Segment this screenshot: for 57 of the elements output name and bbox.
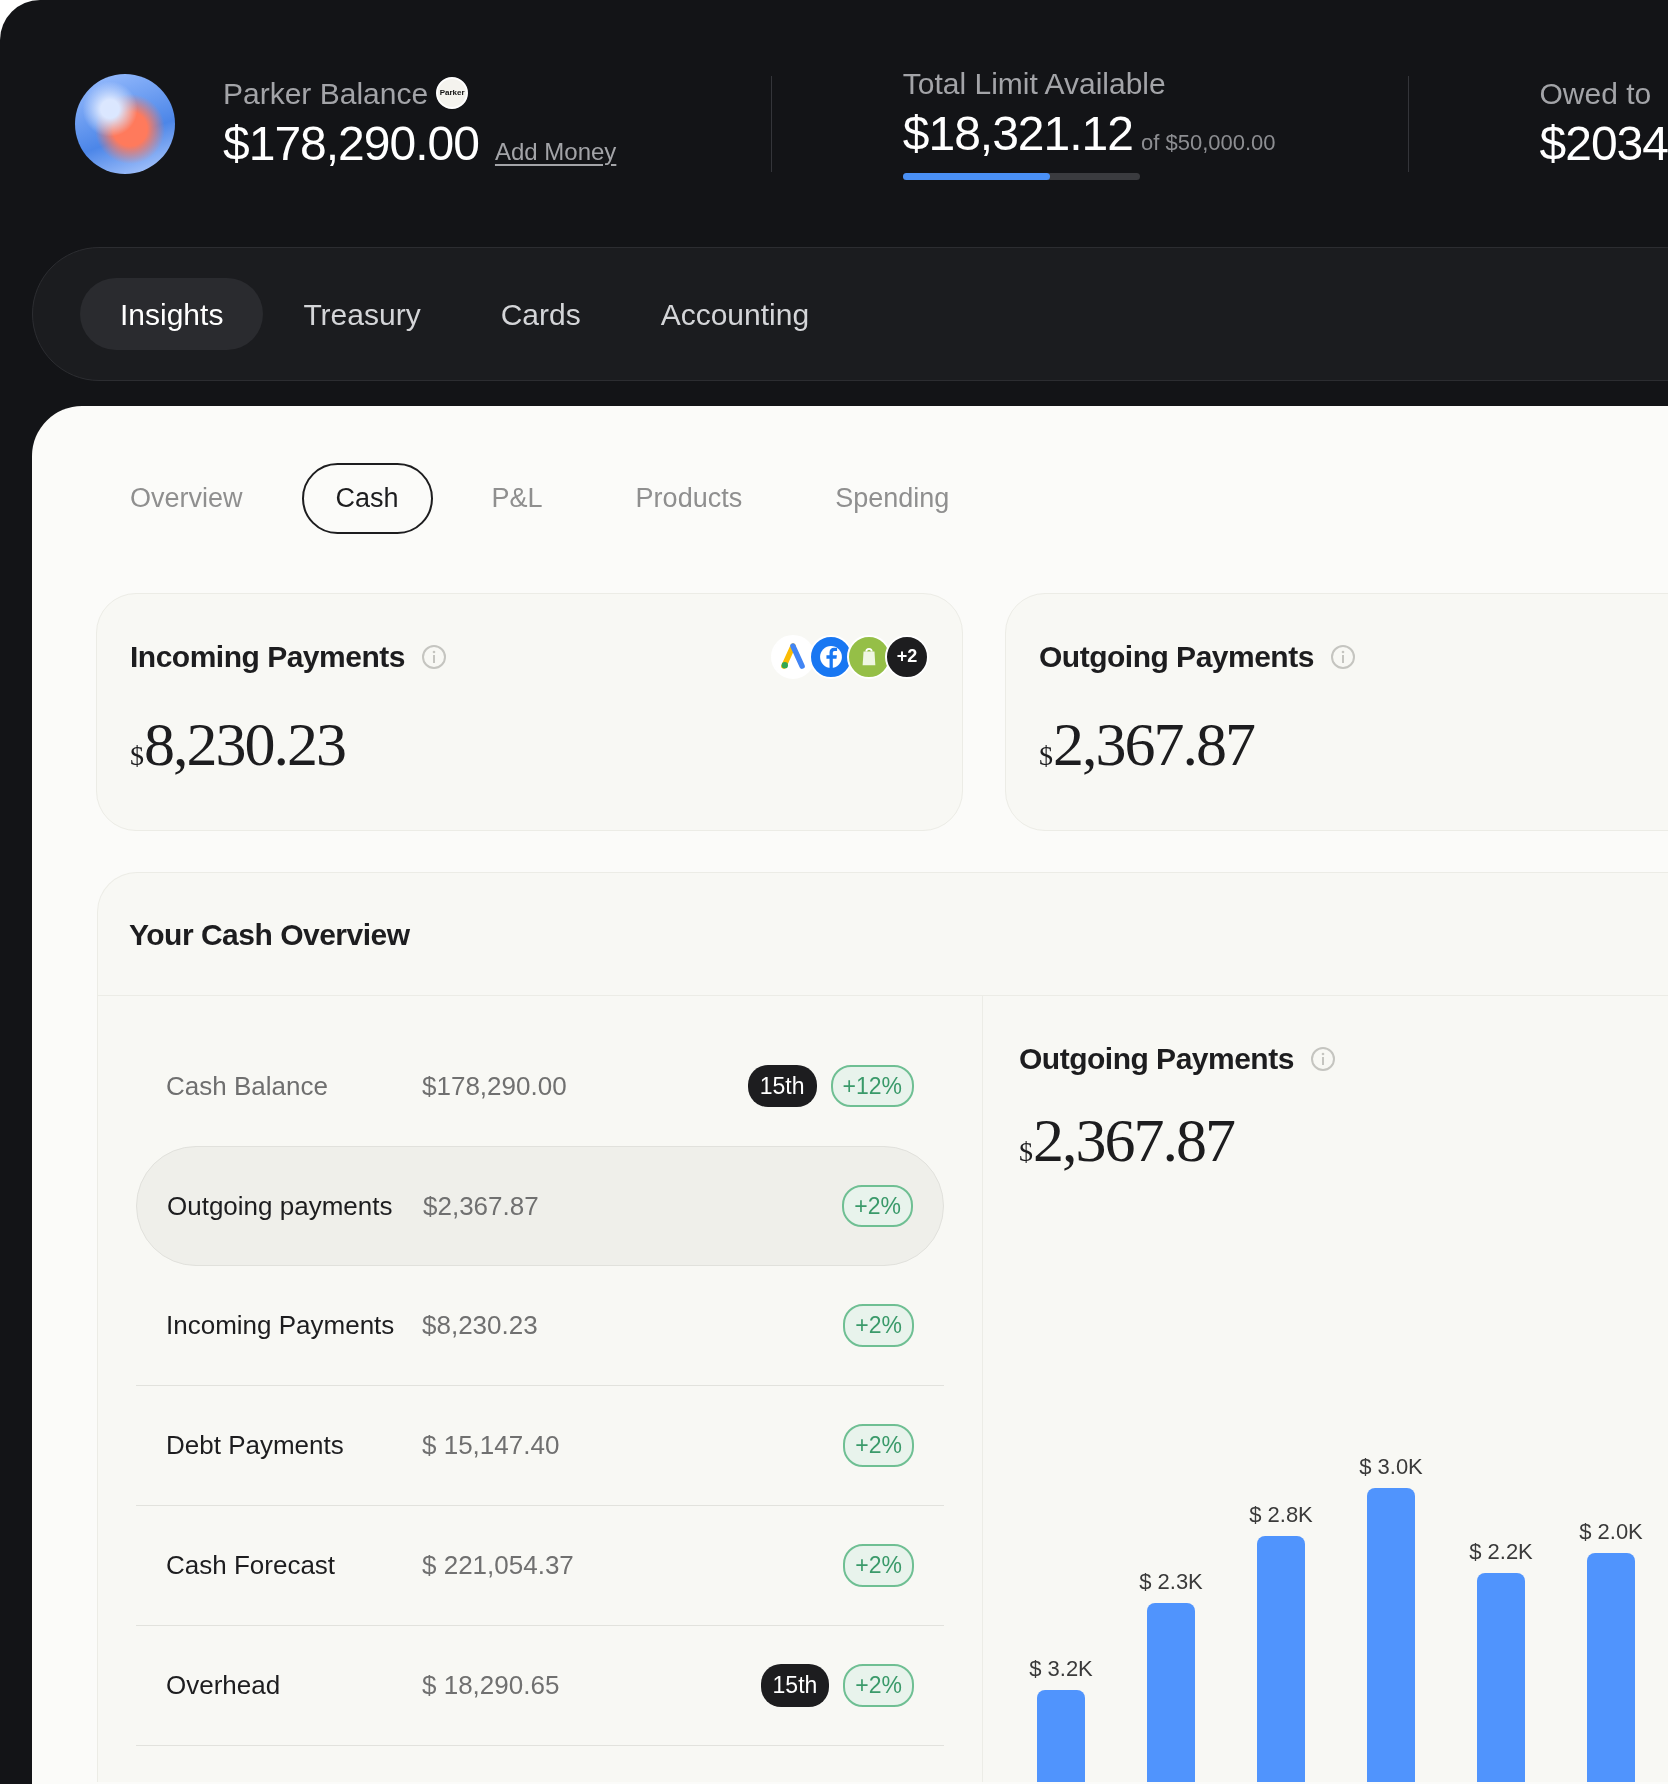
change-badge: +2%	[843, 1424, 914, 1467]
date-badge: 15th	[747, 1064, 817, 1108]
row-value: $ 221,054.37	[422, 1549, 574, 1582]
change-badge: +2%	[843, 1304, 914, 1347]
bar-value-label: $ 2.0K	[1579, 1519, 1643, 1544]
change-badge: +2%	[843, 1664, 914, 1707]
info-icon[interactable]	[420, 643, 447, 670]
bar-value-label: $ 3.2K	[1029, 1656, 1093, 1681]
row-label: Debt Payments	[166, 1429, 345, 1462]
change-badge: +12%	[830, 1064, 914, 1108]
cash-row[interactable]: Cash Balance $178,290.00 15th +12%	[136, 1026, 944, 1146]
limit-amount: $18,321.12	[902, 108, 1133, 161]
change-badge: +2%	[843, 1544, 914, 1587]
bar-value-label: $ 3.0K	[1359, 1454, 1423, 1479]
info-icon[interactable]	[1309, 1045, 1336, 1072]
cash-row[interactable]: Overhead $ 18,290.65 15th +2%	[136, 1626, 944, 1746]
cash-row[interactable]: Cash Forecast $ 221,054.37 +2%	[136, 1506, 944, 1626]
bar-value-label: $ 2.2K	[1469, 1539, 1533, 1564]
change-badge: +2%	[842, 1184, 913, 1228]
row-value: $2,367.87	[423, 1189, 539, 1223]
row-value: $ 18,290.65	[422, 1669, 560, 1702]
nav-tab[interactable]: Accounting	[620, 278, 850, 350]
nav-tab[interactable]: Cards	[460, 278, 621, 350]
row-label: Incoming Payments	[166, 1309, 396, 1342]
detail-amount: $2,367.87	[1019, 1109, 1236, 1171]
sub-tab[interactable]: Cash	[301, 463, 433, 534]
limit-label: Total Limit Available	[902, 67, 1167, 101]
section-title: Your Cash Overview	[129, 916, 410, 953]
amount-value: $2,367.87	[1039, 713, 1256, 775]
row-label: Outgoing payments	[167, 1189, 394, 1223]
row-value: $178,290.00	[422, 1069, 567, 1103]
info-icon[interactable]	[1329, 643, 1356, 670]
date-badge: 15th	[760, 1664, 830, 1707]
cash-row[interactable]: Incoming Payments $8,230.23 +2%	[136, 1266, 944, 1386]
card-title: Outgoing Payments	[1039, 639, 1314, 675]
more-sources-badge: +2	[885, 634, 929, 679]
row-label: Cash Forecast	[166, 1549, 337, 1582]
owed-amount: $2034	[1539, 117, 1668, 171]
nav-tab[interactable]: Insights	[80, 278, 264, 350]
cash-row[interactable]: Debt Payments $ 15,147.40 +2%	[136, 1386, 944, 1506]
row-label: Overhead	[166, 1669, 282, 1702]
nav-tab[interactable]: Treasury	[263, 278, 461, 350]
logo-badge: Parker	[436, 77, 469, 110]
bar-value-label: $ 2.3K	[1139, 1569, 1203, 1594]
limit-total: of $50,000.00	[1141, 129, 1276, 158]
bar-value-label: $ 2.8K	[1249, 1502, 1313, 1527]
balance-label: Parker Balance	[223, 76, 429, 110]
detail-title: Outgoing Payments	[1019, 1041, 1294, 1077]
row-value: $ 15,147.40	[422, 1429, 560, 1462]
row-value: $8,230.23	[422, 1309, 538, 1342]
amount-value: $8,230.23	[130, 713, 346, 775]
card-title: Incoming Payments	[130, 639, 405, 675]
balance-amount: $178,290.00	[223, 117, 479, 171]
cash-row[interactable]: Outgoing payments $2,367.87 +2%	[136, 1146, 944, 1266]
add-money-link[interactable]: Add Money	[494, 133, 617, 170]
row-label: Cash Balance	[166, 1069, 329, 1103]
owed-label: Owed to	[1539, 76, 1653, 110]
